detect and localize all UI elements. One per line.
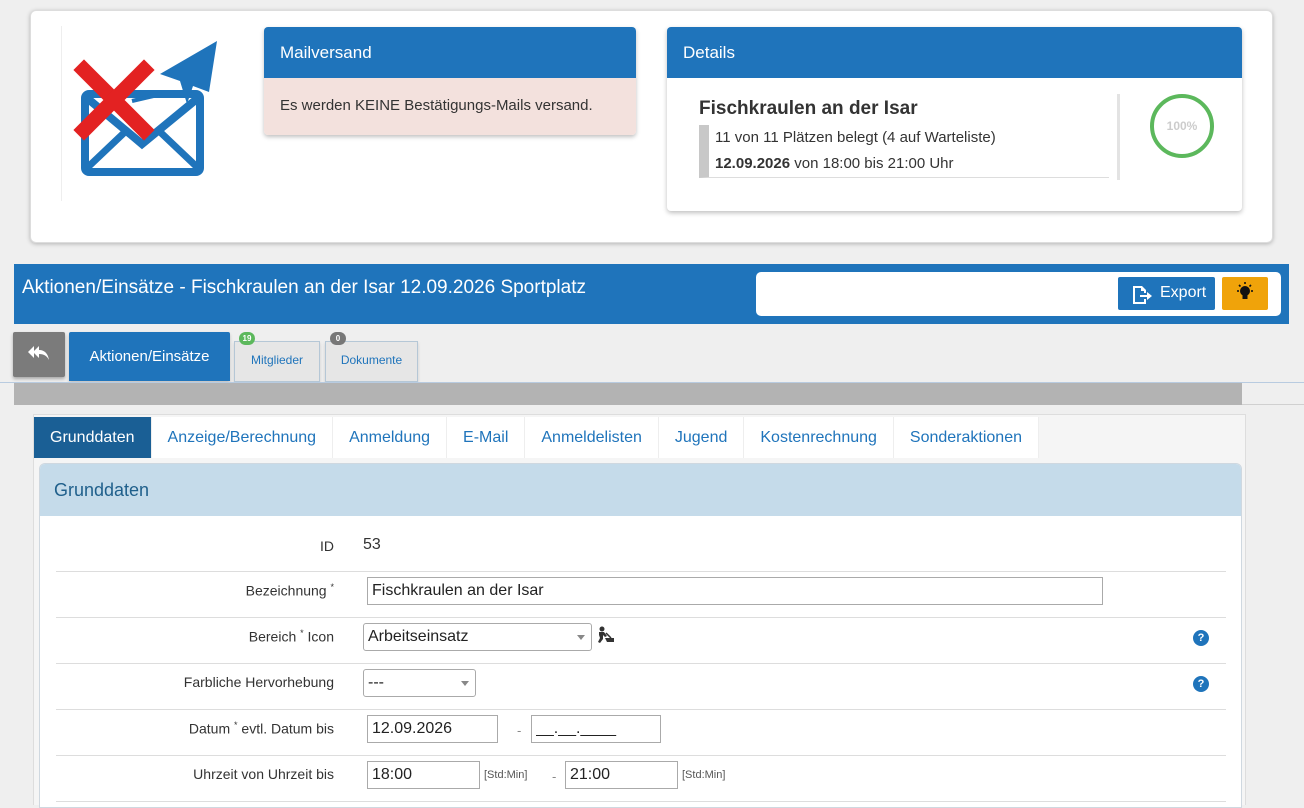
- summary-card: Mailversand Es werden KEINE Bestätigungs…: [30, 10, 1273, 243]
- occupancy-text: 11 von 11 Plätzen belegt (4 auf Wartelis…: [715, 129, 996, 146]
- event-name: Fischkraulen an der Isar: [699, 98, 918, 119]
- grunddaten-card: Grunddaten ID 53 Bezeichnung * Bereich *…: [39, 463, 1242, 808]
- time-from-hint: [Std:Min]: [484, 769, 528, 781]
- tab-members[interactable]: 19 Mitglieder: [234, 332, 320, 382]
- event-time: von 18:00 bis 21:00 Uhr: [794, 155, 954, 172]
- export-icon: [1133, 286, 1152, 304]
- tab-anzeige-berechnung[interactable]: Anzeige/Berechnung: [151, 417, 334, 458]
- mail-off-icon: [73, 41, 217, 176]
- required-mark: *: [234, 720, 238, 730]
- tab-anmeldelisten[interactable]: Anmeldelisten: [525, 417, 659, 458]
- time-label: Uhrzeit von Uhrzeit bis: [193, 766, 334, 782]
- id-value: 53: [363, 536, 381, 553]
- tab-content-bar: [14, 383, 1242, 405]
- date-from-input[interactable]: [367, 715, 498, 743]
- row-id: ID 53: [56, 526, 1226, 572]
- color-select[interactable]: ---: [363, 669, 476, 697]
- form-container: Grunddaten Anzeige/Berechnung Anmeldung …: [33, 414, 1246, 808]
- worker-icon: [598, 626, 614, 643]
- color-value: ---: [368, 674, 384, 691]
- help-icon[interactable]: ?: [1193, 630, 1209, 646]
- row-name: Bezeichnung *: [56, 572, 1226, 618]
- back-button[interactable]: [13, 332, 65, 377]
- tab-anmeldung[interactable]: Anmeldung: [333, 417, 448, 458]
- id-label: ID: [320, 538, 334, 554]
- time-to-input[interactable]: [565, 761, 678, 789]
- reply-all-icon: [28, 346, 49, 360]
- tips-button[interactable]: [1222, 277, 1268, 310]
- documents-count-badge: 0: [330, 332, 346, 345]
- details-divider: [1117, 94, 1120, 180]
- tab-members-label: Mitglieder: [250, 353, 304, 367]
- details-panel: Details Fischkraulen an der Isar 11 von …: [667, 27, 1242, 211]
- mail-panel-message: Es werden KEINE Bestätigungs-Mails versa…: [264, 78, 636, 135]
- page-title: Aktionen/Einsätze - Fischkraulen an der …: [22, 277, 586, 298]
- tab-documents[interactable]: 0 Dokumente: [325, 332, 418, 382]
- area-select[interactable]: Arbeitseinsatz: [363, 623, 592, 651]
- date-label: Datum * evtl. Datum bis: [188, 720, 334, 737]
- row-area: Bereich * Icon Arbeitseinsatz ?: [56, 618, 1226, 664]
- event-date-time: 12.09.2026 von 18:00 bis 21:00 Uhr: [715, 151, 1109, 177]
- time-to-hint: [Std:Min]: [682, 769, 726, 781]
- area-value: Arbeitseinsatz: [368, 628, 469, 645]
- name-input[interactable]: [367, 577, 1103, 605]
- row-time: Uhrzeit von Uhrzeit bis [Std:Min] - [Std…: [56, 756, 1226, 802]
- members-count-badge: 19: [239, 332, 255, 345]
- time-range-separator: -: [552, 769, 557, 784]
- divider: [1242, 404, 1304, 405]
- date-to-input[interactable]: [531, 715, 661, 743]
- toolbar: Export: [756, 272, 1281, 316]
- tab-grunddaten[interactable]: Grunddaten: [34, 417, 152, 458]
- chevron-down-icon: [577, 635, 585, 640]
- row-date: Datum * evtl. Datum bis -: [56, 710, 1226, 756]
- lightbulb-icon: [1237, 282, 1253, 299]
- mail-panel: Mailversand Es werden KEINE Bestätigungs…: [264, 27, 636, 135]
- date-range-separator: -: [517, 723, 522, 738]
- chevron-down-icon: [461, 681, 469, 686]
- export-label: Export: [1160, 284, 1207, 301]
- section-title: Grunddaten: [40, 464, 1241, 516]
- event-details: 11 von 11 Plätzen belegt (4 auf Wartelis…: [699, 125, 1109, 178]
- occupancy-gauge: 100%: [1150, 94, 1214, 158]
- details-panel-title: Details: [667, 27, 1242, 78]
- mail-disabled-logo: [61, 26, 231, 201]
- color-label: Farbliche Hervorhebung: [183, 674, 334, 690]
- tab-kostenrechnung[interactable]: Kostenrechnung: [744, 417, 894, 458]
- tab-documents-label: Dokumente: [340, 353, 403, 367]
- page-header: Aktionen/Einsätze - Fischkraulen an der …: [14, 264, 1289, 324]
- time-from-input[interactable]: [367, 761, 480, 789]
- area-label: Bereich * Icon: [248, 628, 334, 645]
- help-icon[interactable]: ?: [1193, 676, 1209, 692]
- row-color: Farbliche Hervorhebung --- ?: [56, 664, 1226, 710]
- required-mark: *: [300, 628, 304, 638]
- event-date: 12.09.2026: [715, 155, 791, 172]
- form-tabs: Grunddaten Anzeige/Berechnung Anmeldung …: [34, 417, 1039, 458]
- tab-actions[interactable]: Aktionen/Einsätze: [69, 332, 230, 381]
- tab-jugend[interactable]: Jugend: [658, 417, 745, 458]
- name-label: Bezeichnung *: [245, 582, 334, 599]
- required-mark: *: [330, 582, 334, 592]
- export-button[interactable]: Export: [1118, 277, 1215, 310]
- mail-panel-title: Mailversand: [264, 27, 636, 78]
- tab-sonderaktionen[interactable]: Sonderaktionen: [893, 417, 1039, 458]
- tab-email[interactable]: E-Mail: [447, 417, 526, 458]
